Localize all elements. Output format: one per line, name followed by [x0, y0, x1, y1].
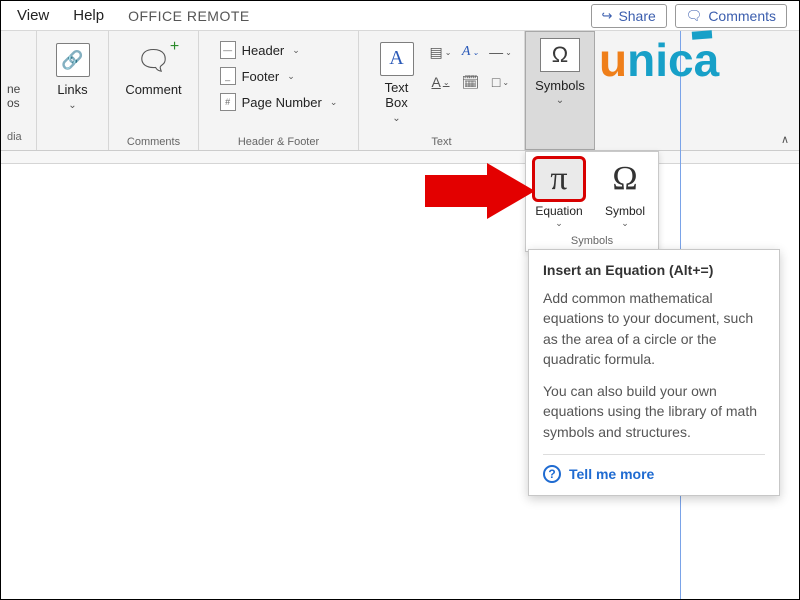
text-tiny-grid: ▤⌄ A⌄ ―⌄ A⌄ 🗓 □⌄: [428, 35, 514, 95]
logo-letter-u: u: [599, 33, 627, 87]
links-label: Links: [57, 82, 87, 98]
date-time-button[interactable]: 🗓: [458, 69, 484, 95]
group-media-truncated: ne os dia: [1, 31, 37, 150]
tell-me-more-label: Tell me more: [569, 466, 654, 482]
text-box-label: Text Box: [385, 80, 409, 111]
wordart-button[interactable]: A⌄: [458, 39, 484, 65]
comments-button[interactable]: 🗨 Comments: [675, 4, 787, 28]
footer-button[interactable]: _ Footer ⌄: [218, 65, 340, 87]
tooltip-paragraph-2: You can also build your own equations us…: [543, 381, 765, 442]
page-number-icon: #: [220, 93, 236, 111]
share-label: Share: [618, 8, 655, 24]
links-button[interactable]: 🔗 Links ⌄: [40, 35, 106, 127]
tooltip-title: Insert an Equation (Alt+=): [543, 262, 765, 278]
tell-me-more-link[interactable]: ? Tell me more: [543, 465, 765, 483]
quick-parts-button[interactable]: ▤⌄: [428, 39, 454, 65]
header-label: Header: [242, 43, 285, 58]
hf-group-label: Header & Footer: [203, 134, 354, 148]
symbols-button[interactable]: Ω Symbols ⌄: [525, 31, 595, 150]
share-button[interactable]: ↪ Share: [591, 4, 667, 28]
tooltip-paragraph-1: Add common mathematical equations to you…: [543, 288, 765, 369]
symbol-button[interactable]: Ω Symbol ⌄: [592, 152, 658, 231]
menu-office-remote[interactable]: OFFICE REMOTE: [116, 3, 262, 29]
comments-group-label: Comments: [113, 134, 194, 148]
pi-icon: π: [532, 156, 586, 202]
menu-view[interactable]: View: [5, 2, 61, 29]
footer-label: Footer: [242, 69, 280, 84]
red-arrow-annotation: [425, 163, 535, 219]
comments-label: Comments: [708, 8, 776, 24]
unica-logo: u nica: [599, 33, 719, 87]
collapse-ribbon-button[interactable]: ∧: [781, 133, 789, 146]
symbols-dropdown-group-label: Symbols: [571, 231, 613, 251]
logo-letters-nica: nica: [627, 33, 719, 87]
menu-help[interactable]: Help: [61, 2, 116, 29]
group-links: 🔗 Links ⌄: [37, 31, 109, 150]
text-box-icon: A: [380, 42, 414, 76]
comment-button[interactable]: 🗨+ Comment: [114, 35, 194, 127]
group-text: A Text Box ⌄ ▤⌄ A⌄ ―⌄ A⌄ 🗓 □⌄ Text: [359, 31, 525, 150]
group-header-footer: — Header ⌄ _ Footer ⌄ # Page Number ⌄ He…: [199, 31, 359, 150]
page-number-button[interactable]: # Page Number ⌄: [218, 91, 340, 113]
text-box-button[interactable]: A Text Box ⌄: [370, 35, 424, 127]
equation-label: Equation: [535, 204, 582, 218]
speech-bubble-icon: 🗨: [686, 8, 703, 24]
links-group-label: [41, 146, 104, 148]
chevron-down-icon: ⌄: [555, 218, 563, 229]
share-icon: ↪: [602, 8, 613, 24]
chevron-down-icon: ⌄: [556, 95, 564, 106]
chevron-down-icon: ⌄: [68, 100, 76, 111]
footer-icon: _: [220, 67, 236, 85]
logo-grad-cap: [692, 30, 713, 39]
symbols-label: Symbols: [535, 78, 585, 93]
omega-icon: Ω: [598, 156, 652, 202]
link-icon: 🔗: [56, 43, 90, 77]
media-group-label: dia: [7, 131, 22, 144]
chevron-down-icon: ⌄: [287, 71, 295, 82]
drop-cap-button[interactable]: A⌄: [428, 69, 454, 95]
menu-bar: View Help OFFICE REMOTE ↪ Share 🗨 Commen…: [1, 1, 799, 31]
equation-button[interactable]: π Equation ⌄: [526, 152, 592, 231]
tooltip-divider: [543, 454, 765, 455]
comment-label: Comment: [125, 82, 181, 98]
text-group-label: Text: [363, 134, 520, 148]
symbols-dropdown: π Equation ⌄ Ω Symbol ⌄ Symbols: [525, 151, 659, 252]
chevron-down-icon: ⌄: [621, 218, 629, 229]
equation-tooltip: Insert an Equation (Alt+=) Add common ma…: [528, 249, 780, 496]
chevron-down-icon: ⌄: [292, 45, 300, 56]
group-symbols: Ω Symbols ⌄: [525, 31, 595, 150]
header-icon: —: [220, 41, 236, 59]
help-icon: ?: [543, 465, 561, 483]
page-number-label: Page Number: [242, 95, 322, 110]
new-comment-icon: 🗨+: [136, 44, 172, 77]
omega-icon: Ω: [540, 38, 580, 72]
symbol-label: Symbol: [605, 204, 645, 218]
object-button[interactable]: □⌄: [488, 69, 514, 95]
chevron-down-icon: ⌄: [330, 97, 338, 108]
group-comments: 🗨+ Comment Comments: [109, 31, 199, 150]
header-button[interactable]: — Header ⌄: [218, 39, 340, 61]
signature-line-button[interactable]: ―⌄: [488, 39, 514, 65]
media-line2: os: [7, 96, 20, 110]
chevron-down-icon: ⌄: [392, 113, 400, 124]
media-line1: ne: [7, 82, 20, 96]
